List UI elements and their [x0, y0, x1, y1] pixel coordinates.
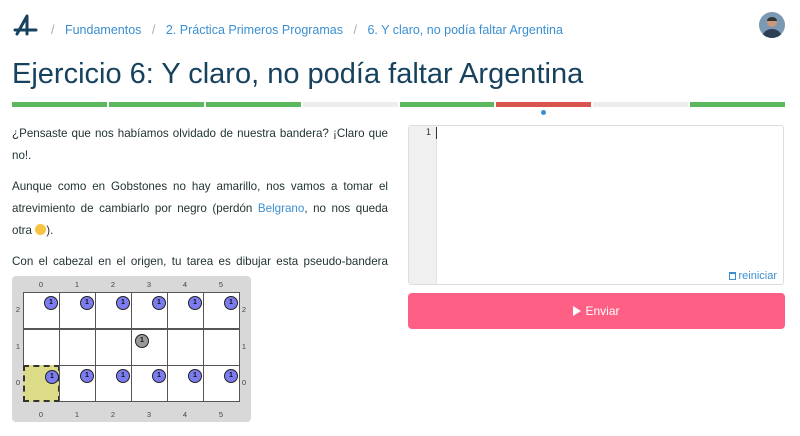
progress-segment-5[interactable]: [399, 102, 495, 107]
progress-segment-4[interactable]: [302, 102, 398, 107]
board-cell: [167, 328, 204, 366]
column-label-top: 3: [146, 280, 152, 289]
breadcrumb-separator: /: [151, 23, 156, 37]
row-label-right: 0: [241, 378, 247, 388]
row-label-left: 2: [15, 305, 21, 315]
belgrano-link[interactable]: Belgrano: [258, 202, 304, 215]
board-cell-head: 1: [23, 365, 60, 402]
column-label-bottom: 3: [146, 410, 152, 419]
gobstones-board: 1111111111111 001122334455221100: [12, 276, 251, 422]
row-label-right: 2: [241, 305, 247, 315]
board-cell: 1: [59, 365, 96, 402]
black-ball: 1: [135, 333, 149, 348]
sad-face-icon: [35, 224, 47, 235]
progress-segment-7[interactable]: [593, 102, 689, 107]
progress-segment-3[interactable]: [205, 102, 301, 107]
board-cell: 1: [167, 365, 204, 402]
blue-ball: 1: [188, 369, 202, 383]
mumuki-logo[interactable]: [12, 12, 38, 38]
column-label-top: 5: [218, 280, 224, 289]
board-cell: 1: [131, 328, 168, 366]
board-cell: 1: [59, 292, 96, 329]
blue-ball: 1: [45, 370, 59, 384]
line-number: 1: [425, 128, 431, 138]
blue-ball: 1: [224, 369, 238, 383]
blue-ball: 1: [152, 369, 166, 383]
avatar[interactable]: [759, 12, 785, 38]
submit-button[interactable]: Enviar: [408, 293, 785, 329]
column-label-bottom: 4: [182, 410, 188, 419]
progress-segment-8[interactable]: [690, 102, 785, 107]
breadcrumb-separator: /: [353, 23, 357, 37]
progress-segment-1[interactable]: [12, 102, 107, 107]
description-paragraph: ¿Pensaste que nos habíamos olvidado de n…: [12, 127, 388, 162]
user-avatar-icon: [762, 17, 782, 38]
play-icon: [573, 306, 582, 316]
column-label-bottom: 5: [218, 410, 224, 419]
board-grid: 1 1 1 1 1 1 1 1 1 1 1 1 1: [23, 292, 240, 402]
description-text: ).: [46, 224, 54, 237]
blue-ball: 1: [152, 296, 166, 310]
board-cell: [59, 328, 96, 366]
board-cell: 1: [167, 292, 204, 329]
exercise-progress-bar: [12, 102, 785, 107]
row-label-right: 1: [241, 341, 247, 351]
column-label-top: 4: [182, 280, 188, 289]
description-paragraph: Aunque como en Gobstones no hay amarillo…: [12, 176, 388, 242]
column-label-bottom: 1: [74, 410, 80, 419]
reset-button[interactable]: reiniciar: [729, 270, 777, 282]
board-cell: 1: [23, 292, 60, 329]
editor-gutter: 1: [409, 126, 437, 284]
progress-segment-6[interactable]: [496, 102, 592, 107]
text-cursor: [436, 127, 437, 139]
blue-ball: 1: [188, 296, 202, 310]
blue-ball: 1: [80, 369, 94, 383]
reset-label: reiniciar: [738, 270, 777, 282]
breadcrumb: / Fundamentos / 2. Práctica Primeros Pro…: [44, 23, 563, 37]
blue-ball: 1: [116, 296, 130, 310]
board-cell: [95, 328, 132, 366]
breadcrumb-item-exercise[interactable]: 6. Y claro, no podía faltar Argentina: [367, 23, 563, 37]
column-label-top: 0: [38, 280, 44, 289]
board-cell: 1: [203, 292, 240, 329]
top-navbar: / Fundamentos / 2. Práctica Primeros Pro…: [0, 0, 800, 56]
blue-ball: 1: [116, 369, 130, 383]
blue-ball: 1: [224, 296, 238, 310]
breadcrumb-item-fundamentos[interactable]: Fundamentos: [65, 23, 141, 37]
column-label-bottom: 2: [110, 410, 116, 419]
row-label-left: 0: [15, 378, 21, 388]
board-cell: [23, 328, 60, 366]
submit-label: Enviar: [585, 304, 620, 318]
page-title: Ejercicio 6: Y claro, no podía faltar Ar…: [12, 58, 584, 90]
blue-ball: 1: [80, 296, 94, 310]
column-label-top: 1: [74, 280, 80, 289]
breadcrumb-item-practica[interactable]: 2. Práctica Primeros Programas: [166, 23, 343, 37]
column-label-bottom: 0: [38, 410, 44, 419]
blue-ball: 1: [44, 296, 58, 310]
code-editor[interactable]: 1 reiniciar: [408, 125, 784, 285]
row-label-left: 1: [15, 341, 21, 351]
trash-icon: [729, 272, 737, 280]
board-cell: 1: [95, 292, 132, 329]
board-cell: [203, 328, 240, 366]
board-cell: 1: [131, 292, 168, 329]
board-cell: 1: [131, 365, 168, 402]
column-label-top: 2: [110, 280, 116, 289]
progress-segment-2[interactable]: [108, 102, 204, 107]
breadcrumb-separator: /: [51, 23, 55, 37]
board-cell: 1: [95, 365, 132, 402]
board-cell: 1: [203, 365, 240, 402]
current-exercise-indicator: [541, 110, 546, 115]
